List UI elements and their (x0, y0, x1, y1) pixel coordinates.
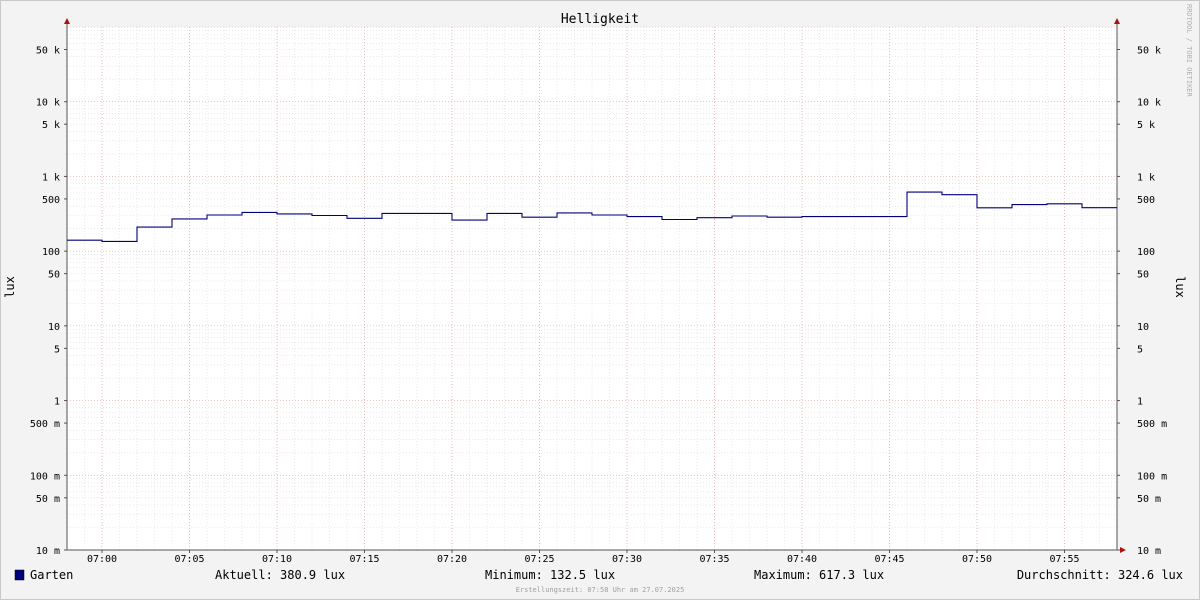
x-tick-label: 07:10 (262, 554, 292, 565)
legend-maximum: Maximum: 617.3 lux (754, 568, 884, 582)
y-tick-label-right: 500 (1137, 195, 1155, 206)
x-tick-label: 07:45 (874, 554, 904, 565)
y-axis-label-left: lux (3, 276, 17, 298)
x-tick-label: 07:40 (787, 554, 817, 565)
x-tick-label: 07:00 (87, 554, 117, 565)
legend-swatch (14, 569, 25, 581)
y-tick-label-right: 10 m (1137, 546, 1161, 557)
rrd-graph: 50 k 50 k 10 k 10 k5 k5 k1 k1 k 500 500 100 100… (0, 0, 1200, 600)
y-tick-label-left: 5 k (42, 120, 60, 131)
y-axis-label-right: lux (1173, 276, 1187, 298)
y-tick-label-left: 50 (48, 270, 60, 281)
y-tick-label-right: 50 (1137, 270, 1149, 281)
x-tick-label: 07:20 (437, 554, 467, 565)
y-tick-label-right: 500 m (1137, 419, 1167, 430)
brightness-chart: 50 k 50 k10 k 10 k5 k5 k1 k1 k500 500100 100… (0, 0, 1200, 600)
y-tick-label-left: 10 (48, 322, 60, 333)
legend-series-name: Garten (30, 568, 73, 582)
y-tick-label-left: 100 (42, 247, 60, 258)
y-tick-label-left: 10 m (36, 546, 60, 557)
y-tick-label-left: 1 (54, 397, 60, 408)
legend-minimum: Minimum: 132.5 lux (485, 568, 615, 582)
y-tick-label-left: 500 (42, 195, 60, 206)
x-tick-label: 07:35 (699, 554, 729, 565)
x-tick-label: 07:50 (962, 554, 992, 565)
y-tick-label-left: 500 m (30, 419, 60, 430)
x-tick-label: 07:25 (524, 554, 554, 565)
y-tick-label-left: 1 k (42, 172, 60, 183)
y-tick-label-right: 50 k (1137, 45, 1161, 56)
y-tick-label-right: 1 k (1137, 172, 1155, 183)
x-tick-label: 07:15 (349, 554, 379, 565)
chart-title: Helligkeit (561, 12, 639, 27)
x-tick-label: 07:30 (612, 554, 642, 565)
legend-average: Durchschnitt: 324.6 lux (1017, 568, 1183, 582)
legend-current: Aktuell: 380.9 lux (215, 568, 345, 582)
y-tick-label-left: 50 m (36, 494, 60, 505)
x-tick-label: 07:55 (1049, 554, 1079, 565)
y-tick-label-right: 100 m (1137, 471, 1167, 482)
x-tick-label: 07:05 (174, 554, 204, 565)
y-tick-label-right: 10 k (1137, 98, 1161, 109)
y-tick-label-right: 50 m (1137, 494, 1161, 505)
y-tick-label-right: 5 k (1137, 120, 1155, 131)
creation-time: Erstellungszeit: 07:58 Uhr am 27.07.2025 (516, 586, 685, 594)
y-tick-label-left: 10 k (36, 98, 60, 109)
y-tick-label-right: 1 (1137, 397, 1143, 408)
y-tick-label-left: 5 (54, 344, 60, 355)
y-tick-label-left: 50 k (36, 45, 60, 56)
grid-lines (66, 26, 1118, 551)
watermark: RRDTOOL / TOBI OETIKER (1185, 4, 1193, 98)
y-tick-label-right: 5 (1137, 344, 1143, 355)
y-tick-label-left: 100 m (30, 471, 60, 482)
y-tick-label-right: 10 (1137, 322, 1149, 333)
y-tick-label-right: 100 (1137, 247, 1155, 258)
